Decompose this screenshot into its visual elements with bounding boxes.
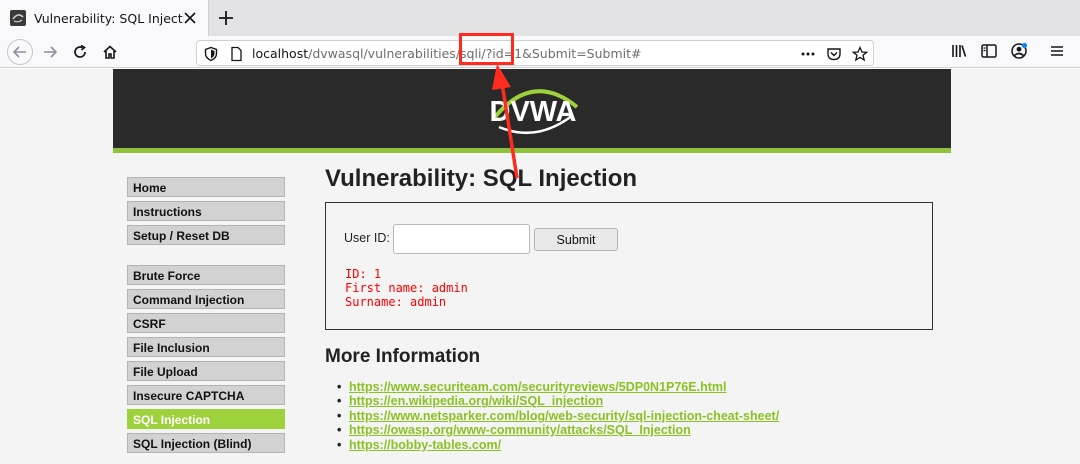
shield-icon[interactable] [203, 46, 219, 62]
link-owasp[interactable]: https://owasp.org/www-community/attacks/… [349, 423, 691, 437]
list-item: https://www.netsparker.com/blog/web-secu… [337, 409, 779, 423]
reload-icon [74, 44, 86, 58]
result-surname-line: Surname: admin [345, 295, 447, 309]
tab-bar: Vulnerability: SQL Injection :: [0, 0, 1080, 36]
account-icon[interactable] [1010, 42, 1028, 60]
query-result: ID: 1 First name: admin Surname: admin [345, 267, 468, 309]
more-horizontal-icon[interactable] [800, 46, 816, 62]
page-info-icon[interactable] [228, 46, 244, 62]
reload-button[interactable] [68, 40, 92, 64]
logo-text: DVWA [490, 96, 577, 128]
user-id-input[interactable] [393, 224, 530, 254]
menu-item-sql-injection-blind[interactable]: SQL Injection (Blind) [127, 433, 285, 453]
more-information-heading: More Information [325, 346, 481, 367]
result-id-line: ID: 1 [345, 267, 382, 281]
dvwa-favicon-icon [10, 10, 26, 26]
url-host: localhost [252, 46, 309, 61]
close-icon[interactable] [182, 10, 198, 26]
annotation-highlight-box [459, 33, 514, 65]
browser-tab[interactable]: Vulnerability: SQL Injection :: [0, 0, 209, 36]
list-item: https://en.wikipedia.org/wiki/SQL_inject… [337, 394, 779, 408]
link-wikipedia[interactable]: https://en.wikipedia.org/wiki/SQL_inject… [349, 394, 603, 408]
arrow-left-icon [12, 46, 26, 58]
menu-item-sql-injection[interactable]: SQL Injection [127, 409, 285, 429]
dvwa-container: DVWA Home Instructions Setup / Reset DB … [113, 69, 951, 464]
more-information-links: https://www.securiteam.com/securityrevie… [337, 380, 779, 452]
site-header: DVWA [113, 69, 951, 148]
home-button[interactable] [98, 40, 122, 64]
result-first-name-line: First name: admin [345, 281, 468, 295]
url-text[interactable]: localhost/dvwasql/vulnerabilities/sqli/?… [252, 46, 641, 61]
library-icon[interactable] [950, 42, 968, 60]
menu-item-command-injection[interactable]: Command Injection [127, 289, 285, 309]
new-tab-plus-icon[interactable] [216, 8, 236, 28]
link-bobby-tables[interactable]: https://bobby-tables.com/ [349, 438, 501, 452]
list-item: https://www.securiteam.com/securityrevie… [337, 380, 779, 394]
navigation-toolbar: localhost/dvwasql/vulnerabilities/sqli/?… [0, 36, 1080, 68]
link-securiteam[interactable]: https://www.securiteam.com/securityrevie… [349, 380, 726, 394]
menu-item-home[interactable]: Home [127, 177, 285, 197]
vulnerable-code-area: User ID: Submit ID: 1 First name: admin Su… [325, 202, 933, 330]
back-button[interactable] [7, 39, 33, 65]
menu-item-file-upload[interactable]: File Upload [127, 361, 285, 381]
header-accent-bar [113, 148, 951, 153]
arrow-right-icon [44, 46, 58, 58]
menu-item-brute-force[interactable]: Brute Force [127, 265, 285, 285]
list-item: https://owasp.org/www-community/attacks/… [337, 423, 779, 437]
link-netsparker[interactable]: https://www.netsparker.com/blog/web-secu… [349, 409, 779, 423]
home-icon [103, 45, 117, 59]
bookmark-star-icon[interactable] [852, 46, 868, 62]
page-title: Vulnerability: SQL Injection [325, 165, 638, 192]
user-id-label: User ID: [344, 231, 390, 245]
pocket-icon[interactable] [826, 46, 842, 62]
submit-button[interactable]: Submit [534, 228, 618, 251]
menu-item-setup-reset-db[interactable]: Setup / Reset DB [127, 225, 285, 245]
menu-item-csrf[interactable]: CSRF [127, 313, 285, 333]
dvwa-logo[interactable]: DVWA [481, 77, 585, 141]
tab-title: Vulnerability: SQL Injection :: [34, 10, 184, 26]
sidebar-icon[interactable] [980, 42, 998, 60]
hamburger-menu-icon[interactable] [1048, 42, 1066, 60]
address-bar[interactable]: localhost/dvwasql/vulnerabilities/sqli/?… [196, 40, 874, 66]
forward-button[interactable] [38, 40, 62, 64]
menu-item-instructions[interactable]: Instructions [127, 201, 285, 221]
list-item: https://bobby-tables.com/ [337, 438, 779, 452]
menu-item-insecure-captcha[interactable]: Insecure CAPTCHA [127, 385, 285, 405]
menu-item-file-inclusion[interactable]: File Inclusion [127, 337, 285, 357]
